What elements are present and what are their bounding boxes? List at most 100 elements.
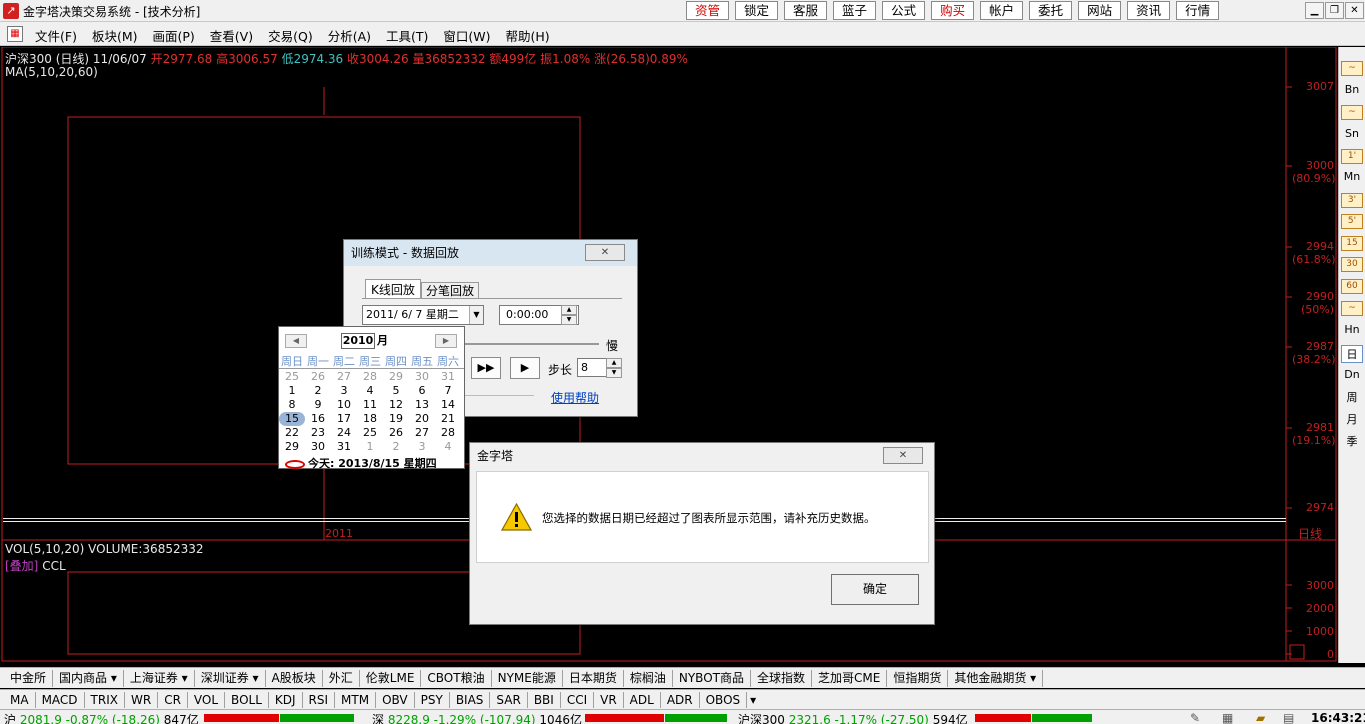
market-tab-14[interactable]: 恒指期货 <box>887 670 949 687</box>
speed-slider[interactable] <box>464 343 599 345</box>
calendar-day[interactable]: 4 <box>357 384 383 398</box>
more-indicators-icon[interactable]: ▾ <box>747 692 759 708</box>
period-4[interactable]: 日 <box>1341 345 1363 363</box>
title-button-8[interactable]: 网站 <box>1078 1 1122 20</box>
indicator-tab-2[interactable]: TRIX <box>85 692 125 708</box>
time-up-icon[interactable]: ▲ <box>561 305 577 315</box>
prev-month-icon[interactable]: ◀ <box>285 334 307 348</box>
help-link[interactable]: 使用帮助 <box>551 389 599 406</box>
calculator-icon[interactable]: ▤ <box>1283 711 1294 724</box>
fast-forward-button[interactable]: ▶▶ <box>471 357 501 379</box>
calendar-day[interactable]: 15 <box>279 412 305 426</box>
calendar-day[interactable]: 30 <box>409 370 435 384</box>
period-icon[interactable]: ~ <box>1341 301 1363 316</box>
market-tab-3[interactable]: 深圳证券 ▾ <box>195 670 266 687</box>
period-icon[interactable]: ~ <box>1341 61 1363 76</box>
indicator-tab-12[interactable]: BIAS <box>450 692 491 708</box>
calendar-day[interactable]: 21 <box>435 412 461 426</box>
calendar-day[interactable]: 13 <box>409 398 435 412</box>
calendar-day[interactable]: 27 <box>409 426 435 440</box>
title-button-1[interactable]: 锁定 <box>735 1 779 20</box>
tools-icon[interactable]: ✎ <box>1190 711 1200 724</box>
period-5[interactable]: Dn <box>1341 368 1363 381</box>
close-icon[interactable]: ✕ <box>883 447 923 464</box>
close-icon[interactable]: ✕ <box>1345 2 1364 19</box>
menu-item-1[interactable]: 板块(M) <box>92 26 138 45</box>
calendar-day[interactable]: 24 <box>331 426 357 440</box>
menu-item-5[interactable]: 分析(A) <box>328 26 371 45</box>
step-up-icon[interactable]: ▲ <box>606 358 622 368</box>
period-0[interactable]: Bn <box>1341 83 1363 96</box>
title-button-4[interactable]: 公式 <box>882 1 926 20</box>
calendar-day[interactable]: 16 <box>305 412 331 426</box>
period-icon[interactable]: 5' <box>1341 214 1363 229</box>
restore-icon[interactable]: ❐ <box>1325 2 1344 19</box>
indicator-tab-0[interactable]: MA <box>4 692 36 708</box>
title-button-3[interactable]: 篮子 <box>833 1 877 20</box>
calendar-day[interactable]: 5 <box>383 384 409 398</box>
calendar-day[interactable]: 26 <box>305 370 331 384</box>
calendar-day[interactable]: 26 <box>383 426 409 440</box>
tab-kline-replay[interactable]: K线回放 <box>365 279 421 299</box>
market-tab-9[interactable]: 日本期货 <box>563 670 624 687</box>
indicator-tab-15[interactable]: CCI <box>561 692 595 708</box>
period-1[interactable]: Sn <box>1341 127 1363 140</box>
market-tab-4[interactable]: A股板块 <box>266 670 323 687</box>
date-picker-input[interactable]: 2011/ 6/ 7 星期二 ▼ <box>362 305 484 325</box>
calendar-day[interactable]: 28 <box>357 370 383 384</box>
indicator-tab-16[interactable]: VR <box>594 692 624 708</box>
menu-item-4[interactable]: 交易(Q) <box>268 26 313 45</box>
calendar-day[interactable]: 23 <box>305 426 331 440</box>
calendar-day[interactable]: 29 <box>383 370 409 384</box>
calendar-year-input[interactable]: 2010 <box>341 333 375 349</box>
step-down-icon[interactable]: ▼ <box>606 368 622 378</box>
indicator-tab-7[interactable]: KDJ <box>269 692 303 708</box>
indicator-tab-6[interactable]: BOLL <box>225 692 269 708</box>
market-tab-5[interactable]: 外汇 <box>323 670 360 687</box>
calendar-day[interactable]: 31 <box>331 440 357 454</box>
menu-item-7[interactable]: 窗口(W) <box>443 26 490 45</box>
calendar-day[interactable]: 6 <box>409 384 435 398</box>
hs300-index[interactable]: 沪深300 2321.6 -1.17% (-27.50) 594亿 <box>738 711 968 724</box>
calendar-day[interactable]: 12 <box>383 398 409 412</box>
menu-item-6[interactable]: 工具(T) <box>386 26 428 45</box>
title-button-2[interactable]: 客服 <box>784 1 828 20</box>
calendar-day[interactable]: 10 <box>331 398 357 412</box>
sh-index[interactable]: 沪 2081.9 -0.87% (-18.26) 847亿 <box>4 711 199 724</box>
menu-item-3[interactable]: 查看(V) <box>210 26 253 45</box>
indicator-tab-10[interactable]: OBV <box>376 692 415 708</box>
sz-index[interactable]: 深 8228.9 -1.29% (-107.94) 1046亿 <box>372 711 582 724</box>
calendar-day[interactable]: 25 <box>357 426 383 440</box>
indicator-tab-4[interactable]: CR <box>158 692 188 708</box>
period-8[interactable]: 季 <box>1341 433 1363 449</box>
period-icon[interactable]: 60 <box>1341 279 1363 294</box>
folder-icon[interactable]: ▰ <box>1256 711 1265 724</box>
calendar-day[interactable]: 9 <box>305 398 331 412</box>
period-7[interactable]: 月 <box>1341 411 1363 427</box>
market-tab-12[interactable]: 全球指数 <box>751 670 812 687</box>
calendar-day[interactable]: 30 <box>305 440 331 454</box>
calendar-day[interactable]: 3 <box>409 440 435 454</box>
market-tab-13[interactable]: 芝加哥CME <box>812 670 888 687</box>
market-tab-8[interactable]: NYME能源 <box>492 670 563 687</box>
calendar-today[interactable]: 今天: 2013/8/15 星期四 <box>285 455 437 471</box>
calendar-day[interactable]: 17 <box>331 412 357 426</box>
period-2[interactable]: Mn <box>1341 170 1363 183</box>
market-tab-15[interactable]: 其他金融期货 ▾ <box>948 670 1044 687</box>
indicator-tab-18[interactable]: ADR <box>661 692 700 708</box>
calendar-day[interactable]: 27 <box>331 370 357 384</box>
calendar-day[interactable]: 1 <box>357 440 383 454</box>
calendar-day[interactable]: 31 <box>435 370 461 384</box>
title-button-6[interactable]: 帐户 <box>980 1 1024 20</box>
market-tab-11[interactable]: NYBOT商品 <box>673 670 751 687</box>
grid-icon[interactable]: ▦ <box>1222 711 1233 724</box>
indicator-tab-13[interactable]: SAR <box>490 692 528 708</box>
market-tab-6[interactable]: 伦敦LME <box>360 670 422 687</box>
title-button-10[interactable]: 行情 <box>1176 1 1220 20</box>
period-icon[interactable]: 3' <box>1341 193 1363 208</box>
calendar-day[interactable]: 7 <box>435 384 461 398</box>
market-tab-10[interactable]: 棕榈油 <box>624 670 673 687</box>
title-button-0[interactable]: 资管 <box>686 1 730 20</box>
calendar-day[interactable]: 18 <box>357 412 383 426</box>
indicator-tab-1[interactable]: MACD <box>36 692 85 708</box>
